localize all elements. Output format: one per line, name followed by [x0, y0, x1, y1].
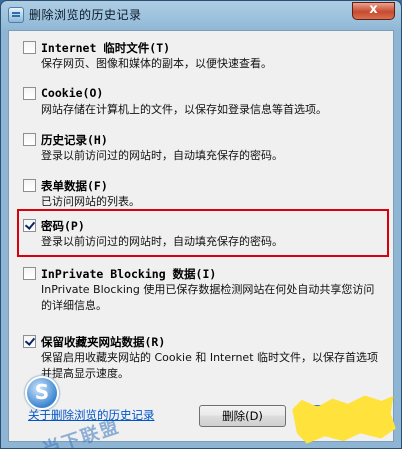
dialog-body: Internet 临时文件(T) 保存网页、图像和媒体的副本，以便快速查看。 C… [8, 30, 394, 448]
watermark: 当下联盟 [11, 376, 131, 448]
option-description: 网站存储在计算机上的文件，以保存如登录信息等首选项。 [41, 103, 327, 116]
title-bar[interactable]: 删除浏览的历史记录 x [1, 1, 401, 29]
history-checkbox[interactable] [23, 133, 36, 146]
delete-button[interactable]: 删除(D) [199, 405, 286, 427]
option-title: 保留收藏夹网站数据(R) [41, 335, 166, 349]
option-description: 登录以前访问过的网站时，自动填充保存的密码。 [41, 235, 283, 248]
delete-history-dialog: 删除浏览的历史记录 x Internet 临时文件(T) 保存网页、图像和媒体的… [0, 0, 402, 449]
passwords-checkbox[interactable] [23, 219, 36, 232]
preserve-favorites-checkbox[interactable] [23, 335, 36, 348]
option-title: 历史记录(H) [41, 133, 108, 147]
option-title: 表单数据(F) [41, 179, 108, 193]
option-description: InPrivate Blocking 使用已保存数据检测网站在何处自动共享您访问… [41, 283, 375, 312]
window-title: 删除浏览的历史记录 [29, 8, 142, 22]
option-title: 密码(P) [41, 219, 85, 233]
option-description: 已访问网站的列表。 [41, 195, 140, 208]
option-description: 保存网页、图像和媒体的副本，以便快速查看。 [41, 57, 272, 70]
option-title: Cookie(O) [41, 86, 104, 100]
option-title: InPrivate Blocking 数据(I) [41, 267, 217, 281]
close-icon: x [369, 2, 378, 17]
inprivate-checkbox[interactable] [23, 267, 36, 280]
close-button[interactable]: x [352, 2, 395, 20]
cookies-checkbox[interactable] [23, 87, 36, 100]
option-description: 保留启用收藏夹网站的 Cookie 和 Internet 临时文件，以保存首选项… [41, 351, 378, 380]
about-history-link[interactable]: 关于删除浏览的历史记录 [28, 407, 155, 423]
ie-window-icon [8, 7, 24, 23]
temp-files-checkbox[interactable] [23, 41, 36, 54]
option-title: Internet 临时文件(T) [41, 41, 171, 55]
form-data-checkbox[interactable] [23, 179, 36, 192]
option-description: 登录以前访问过的网站时，自动填充保存的密码。 [41, 149, 283, 162]
